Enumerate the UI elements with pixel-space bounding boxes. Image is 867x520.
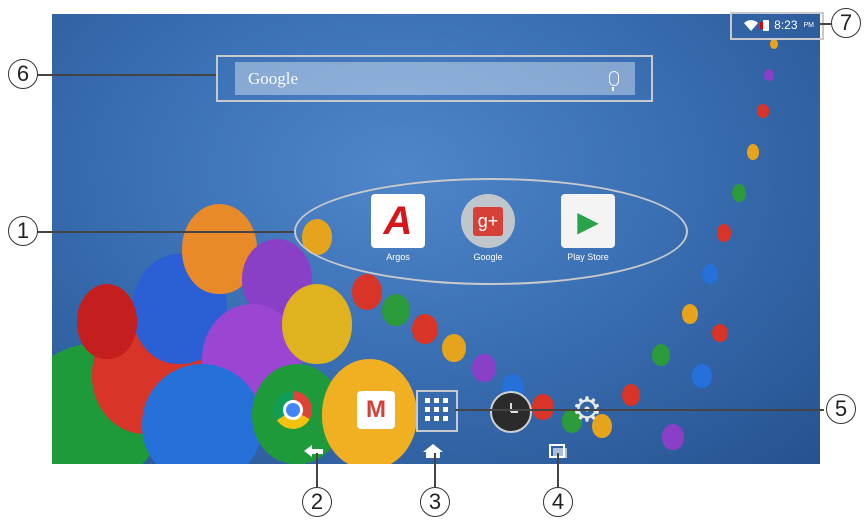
- callout-line-3: [434, 453, 436, 487]
- callout-5: 5: [826, 394, 856, 424]
- app-drawer-outline: [416, 390, 458, 432]
- chrome-icon[interactable]: [274, 391, 312, 429]
- status-bar-outline: [730, 12, 824, 40]
- home-button[interactable]: [420, 442, 446, 460]
- callout-4: 4: [543, 487, 573, 517]
- home-icon: [423, 444, 443, 458]
- search-bar-outline: [216, 55, 653, 102]
- callout-line-7: [820, 23, 831, 25]
- callout-7: 7: [831, 8, 861, 38]
- callout-line-5: [455, 409, 824, 411]
- callout-1: 1: [8, 216, 38, 246]
- gmail-icon[interactable]: M: [357, 391, 395, 429]
- callout-line-4: [557, 453, 559, 487]
- back-button[interactable]: [301, 442, 327, 460]
- back-icon: [304, 445, 323, 457]
- clock-icon[interactable]: [490, 391, 532, 433]
- callout-2: 2: [302, 487, 332, 517]
- callout-3: 3: [420, 487, 450, 517]
- shortcuts-outline: [294, 178, 688, 285]
- callout-line-6: [36, 74, 216, 76]
- callout-6: 6: [8, 59, 38, 89]
- callout-line-2: [316, 453, 318, 487]
- callout-line-1: [36, 231, 294, 233]
